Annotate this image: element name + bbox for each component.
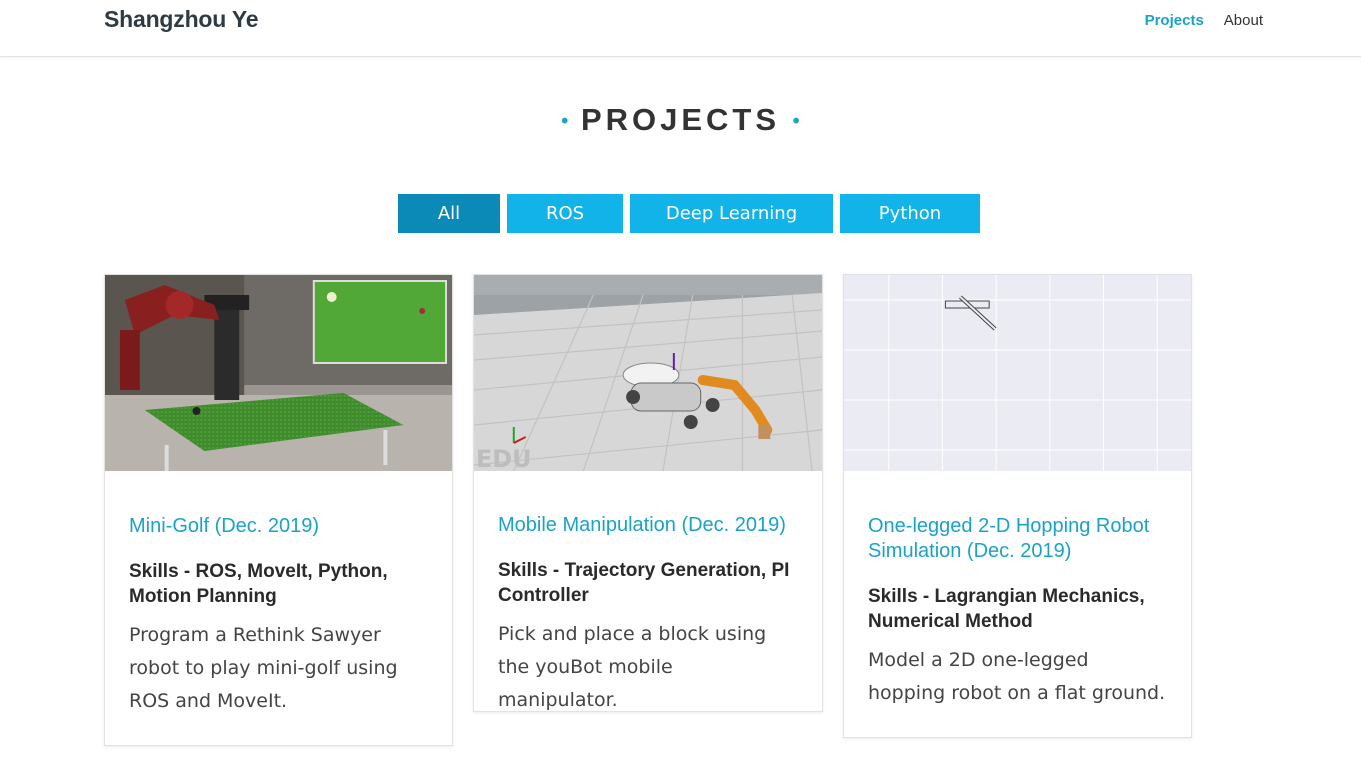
project-card-hopping-robot[interactable]: One-legged 2-D Hopping Robot Simulation … [843,274,1192,738]
edu-watermark: EDU [476,445,531,471]
section-title-text: PROJECTS [580,102,781,137]
project-card-mobile-manipulation[interactable]: EDU Mobile Manipulation (Dec. 2019) Skil… [473,274,823,712]
filter-ros-button[interactable]: ROS [507,194,623,233]
section-title: • PROJECTS • [0,102,1361,138]
main-nav: Projects About [1145,12,1263,29]
nav-projects-link[interactable]: Projects [1145,12,1204,29]
top-navbar: Shangzhou Ye Projects About [0,0,1361,57]
project-description: Model a 2D one-legged hopping robot on a… [868,649,1166,704]
title-dot-left: • [561,110,569,133]
project-card-mini-golf[interactable]: Mini-Golf (Dec. 2019) Skills - ROS, Move… [104,274,453,746]
filter-all-button[interactable]: All [398,194,500,233]
nav-about-link[interactable]: About [1224,12,1263,29]
site-brand[interactable]: Shangzhou Ye [104,6,259,33]
project-skills: Skills - ROS, MoveIt, Python, Motion Pla… [129,561,388,607]
hopping-robot-thumbnail[interactable] [844,275,1191,471]
project-skills: Skills - Lagrangian Mechanics, Numerical… [868,586,1145,632]
project-description: Pick and place a block using the youBot … [498,623,767,711]
filter-python-button[interactable]: Python [840,194,980,233]
filter-deep-learning-button[interactable]: Deep Learning [630,194,833,233]
project-description: Program a Rethink Sawyer robot to play m… [129,624,398,712]
filter-button-group: All ROS Deep Learning Python [398,194,980,233]
mini-golf-thumbnail[interactable] [105,275,452,471]
project-title[interactable]: Mobile Manipulation (Dec. 2019) [498,513,798,538]
project-title[interactable]: One-legged 2-D Hopping Robot Simulation … [868,514,1167,564]
title-dot-right: • [792,110,800,133]
project-skills: Skills - Trajectory Generation, PI Contr… [498,560,790,606]
mobile-manipulation-thumbnail[interactable]: EDU [474,275,822,471]
project-title[interactable]: Mini-Golf (Dec. 2019) [129,514,428,539]
